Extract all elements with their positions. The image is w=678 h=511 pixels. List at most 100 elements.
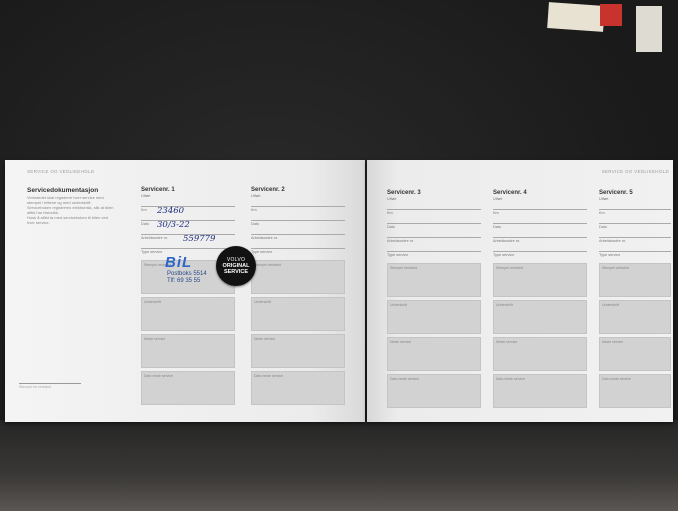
box-label: Neste service: [602, 340, 624, 344]
box-label: Stempel verksted: [602, 266, 630, 270]
next-service-box: Neste service: [141, 334, 235, 368]
service-column-2: Servicenr. 2 Utført Km Dato Arbeidsordre…: [251, 187, 345, 405]
field-label: Utført: [599, 197, 609, 201]
field-label: Dato: [251, 222, 260, 226]
field-dato: Dato: [387, 224, 481, 238]
next-date-box: Dato neste service: [251, 371, 345, 405]
box-label: Dato neste service: [496, 377, 525, 381]
field-utfort: Utført: [387, 196, 481, 210]
field-label: Arbeidsordre nr.: [251, 236, 279, 240]
red-card: [600, 4, 622, 26]
field-utfort: Utført: [141, 193, 235, 207]
field-label: Km: [387, 211, 393, 215]
field-label: Type service: [387, 253, 409, 257]
field-dato: Dato: [599, 224, 671, 238]
box-label: Underskrift: [254, 300, 271, 304]
box-label: Underskrift: [496, 303, 513, 307]
field-label: Dato: [387, 225, 396, 229]
dealer-logo: BiL: [165, 254, 193, 271]
field-dato: Dato: [251, 221, 345, 235]
field-label: Km: [493, 211, 499, 215]
booklet-right-page: SERVICE OG VEDLIKEHOLD Servicenr. 3 Utfø…: [367, 160, 673, 422]
handwritten-order-number: 559779: [183, 234, 216, 244]
box-label: Neste service: [390, 340, 412, 344]
box-label: Stempel verksted: [390, 266, 418, 270]
field-dato: Dato 30/3-22: [141, 220, 235, 235]
field-label: Utført: [387, 197, 397, 201]
box-label: Underskrift: [602, 303, 619, 307]
field-type: Type service: [387, 252, 481, 260]
field-label: Arbeidsordre nr.: [387, 239, 415, 243]
next-date-box: Dato neste service: [599, 374, 671, 408]
field-label: Type service: [599, 253, 621, 257]
signature-box: Underskrift: [599, 300, 671, 334]
field-km: Km: [493, 210, 587, 224]
paper-note: [547, 2, 605, 32]
service-column-3: Servicenr. 3 Utført Km Dato Arbeidsordre…: [387, 190, 481, 408]
next-service-box: Neste service: [493, 337, 587, 371]
intro-text: Verkstedet skal registrere hver service …: [27, 195, 127, 225]
field-dato: Dato: [493, 224, 587, 238]
next-date-box: Dato neste service: [387, 374, 481, 408]
field-label: Km: [251, 208, 257, 212]
service-booklet: SERVICE OG VEDLIKEHOLD Servicedokumentas…: [5, 160, 673, 422]
box-label: Dato neste service: [602, 377, 631, 381]
field-label: Dato: [141, 222, 150, 226]
dealer-address: Postboks 5514: [167, 271, 207, 277]
box-label: Dato neste service: [390, 377, 419, 381]
handwritten-km: 23460: [157, 206, 185, 216]
box-label: Dato neste service: [144, 374, 173, 378]
field-arbeidsordre: Arbeidsordre nr.: [599, 238, 671, 252]
field-label: Utført: [251, 194, 261, 198]
signature-box: Underskrift: [493, 300, 587, 334]
box-label: Stempel verksted: [496, 266, 524, 270]
field-km: Km: [251, 207, 345, 221]
field-type: Type service: [251, 249, 345, 257]
stamp-box: Stempel verksted: [251, 260, 345, 294]
field-label: Dato: [599, 225, 608, 229]
field-label: Dato: [493, 225, 502, 229]
handwritten-date: 30/3-22: [157, 220, 190, 230]
paper-sheet: [636, 6, 662, 52]
field-label: Arbeidsordre nr.: [141, 236, 169, 240]
signature-box: Underskrift: [387, 300, 481, 334]
field-arbeidsordre: Arbeidsordre nr.: [251, 235, 345, 249]
field-km: Km: [599, 210, 671, 224]
field-type: Type service: [599, 252, 671, 260]
field-label: Utført: [493, 197, 503, 201]
stamp-box: Stempel verksted: [493, 263, 587, 297]
field-utfort: Utført: [493, 196, 587, 210]
service-column-1: Servicenr. 1 Utført Km 23460 Dato 30/3-2…: [141, 187, 235, 405]
next-date-box: Dato neste service: [493, 374, 587, 408]
field-arbeidsordre: Arbeidsordre nr.: [493, 238, 587, 252]
box-label: Neste service: [254, 337, 276, 341]
field-km: Km: [387, 210, 481, 224]
next-service-box: Neste service: [387, 337, 481, 371]
box-label: Neste service: [144, 337, 166, 341]
dealer-phone: Tlf: 69 35 55: [167, 278, 201, 284]
stacked-papers: [538, 2, 668, 52]
signature-box: Underskrift: [141, 297, 235, 331]
next-date-box: Dato neste service: [141, 371, 235, 405]
field-label: Utført: [141, 194, 151, 198]
sticker-line: SERVICE: [223, 269, 249, 275]
box-label: Neste service: [496, 340, 518, 344]
field-arbeidsordre: Arbeidsordre nr. 559779: [141, 234, 235, 249]
field-type: Type service: [493, 252, 587, 260]
intro-title: Servicedokumentasjon: [27, 187, 99, 194]
page-header-left: SERVICE OG VEDLIKEHOLD: [27, 169, 95, 174]
booklet-left-page: SERVICE OG VEDLIKEHOLD Servicedokumentas…: [5, 160, 365, 422]
box-label: Underskrift: [144, 300, 161, 304]
page-header-right: SERVICE OG VEDLIKEHOLD: [601, 169, 669, 174]
field-label: Km: [141, 208, 147, 212]
signature-box: Underskrift: [251, 297, 345, 331]
field-label: Arbeidsordre nr.: [599, 239, 627, 243]
field-label: Km: [599, 211, 605, 215]
field-label: Type service: [493, 253, 515, 257]
next-service-box: Neste service: [251, 334, 345, 368]
box-label: Stempel verksted: [254, 263, 282, 267]
stamp-box: Stempel verksted: [599, 263, 671, 297]
box-label: Underskrift: [390, 303, 407, 307]
field-utfort: Utført: [599, 196, 671, 210]
photo-frame: SERVICE OG VEDLIKEHOLD Servicedokumentas…: [0, 0, 678, 511]
